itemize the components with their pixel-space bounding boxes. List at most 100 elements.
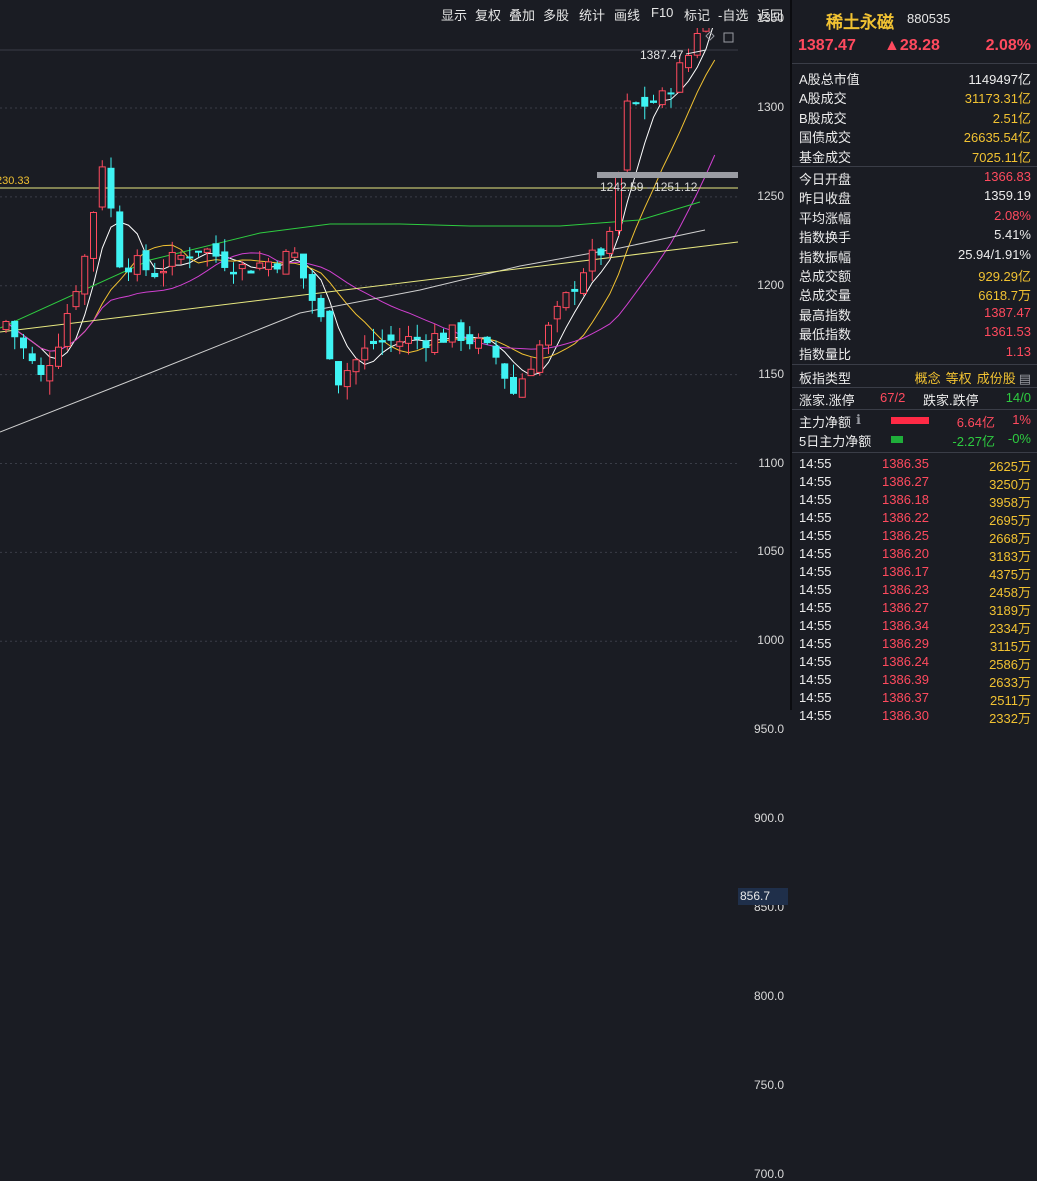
- candle-body: [2, 321, 10, 331]
- tick-time: 14:55: [799, 672, 832, 687]
- stat-label: 指数量比: [799, 346, 852, 362]
- stat-label: 国债成交: [799, 130, 852, 146]
- stat-row: 指数振幅 25.94/1.91%: [792, 246, 1037, 265]
- index-change: ▲28.28: [884, 37, 940, 54]
- fund-flow-bar: [891, 417, 929, 424]
- stat-label: 总成交额: [799, 269, 852, 284]
- toolbar-button[interactable]: 显示: [441, 5, 467, 24]
- chart-toolbar: 显示 复权 叠加 多股 统计 画线 F10 标记 -自选 返回: [0, 0, 790, 28]
- tick-time: 14:55: [799, 456, 832, 471]
- board-tag[interactable]: 成份股: [977, 371, 1016, 386]
- candle-body: [571, 288, 579, 292]
- candle-body: [90, 211, 97, 259]
- stat-row: 总成交额 929.29亿: [792, 265, 1037, 284]
- tick-time: 14:55: [799, 474, 832, 489]
- stat-row: 今日开盘 1366.83: [792, 168, 1037, 187]
- trade-tick-row: 14:55 1386.20 3183万: [792, 545, 1037, 564]
- stat-value: 26635.54亿: [963, 130, 1031, 146]
- candle-body: [72, 291, 80, 308]
- candle-body: [81, 255, 89, 295]
- toolbar-button[interactable]: 标记: [684, 5, 710, 24]
- board-type-tags: 概念 等权 成份股 ▤: [910, 368, 1031, 387]
- stat-label: A股总市值: [799, 72, 860, 87]
- candle-body: [168, 251, 176, 267]
- info-icon[interactable]: ℹ: [856, 412, 861, 428]
- stat-row: 昨日收盘 1359.19: [792, 187, 1037, 206]
- candle-body: [431, 333, 439, 353]
- up-limit-label: 涨家.涨停: [799, 393, 855, 408]
- candle-body: [702, 28, 710, 32]
- fund-flow-value: 6.64亿: [956, 415, 995, 430]
- toolbar-button[interactable]: 多股: [543, 5, 569, 24]
- candle-body: [203, 248, 211, 253]
- fund-flow-value: -2.27亿: [952, 434, 995, 449]
- stat-label: 今日开盘: [799, 172, 852, 187]
- trade-tick-row: 14:55 1386.34 2334万: [792, 617, 1037, 636]
- candle-body: [536, 344, 544, 373]
- tick-price: 1386.17: [882, 564, 929, 579]
- candle-body: [562, 292, 570, 309]
- stat-value: 7025.11亿: [971, 149, 1031, 165]
- tick-time: 14:55: [799, 546, 832, 561]
- tick-time: 14:55: [799, 654, 832, 669]
- axis-tick-label: 900.0: [753, 811, 784, 825]
- axis-tick-label: 700.0: [753, 1166, 784, 1181]
- stat-row: 指数量比 1.13: [792, 343, 1037, 362]
- candle-body: [308, 274, 316, 301]
- tick-time: 14:55: [799, 708, 832, 723]
- candlestick-chart[interactable]: 1242.59 - 1251.12 230.33 1387.47: [0, 28, 738, 710]
- candle-body: [518, 378, 526, 398]
- list-icon: ▤: [1018, 371, 1031, 386]
- tick-price: 1386.18: [882, 492, 929, 507]
- candle-body: [273, 263, 281, 270]
- ma250-line: [0, 229, 706, 433]
- candle-body: [230, 271, 237, 275]
- stat-label: 基金成交: [799, 149, 852, 165]
- candle-body: [553, 305, 561, 320]
- candle-body: [396, 341, 404, 347]
- stat-value: 6618.7万: [978, 288, 1031, 304]
- tick-price: 1386.22: [882, 510, 929, 525]
- candle-body: [623, 100, 631, 171]
- fund-flow-label: 5日主力净额: [799, 434, 872, 449]
- board-tag[interactable]: 概念: [915, 371, 941, 386]
- candle-body: [343, 370, 351, 388]
- stat-value: 1387.47: [984, 304, 1031, 320]
- candle-body: [387, 334, 395, 341]
- trade-tick-row: 14:55 1386.23 2458万: [792, 581, 1037, 600]
- candle-body: [597, 248, 605, 256]
- board-tag[interactable]: 等权: [946, 371, 972, 386]
- candle-body: [247, 270, 255, 274]
- stat-label: 指数振幅: [799, 249, 852, 265]
- toolbar-button[interactable]: 复权: [475, 5, 501, 24]
- stat-row: 国债成交 26635.54亿: [792, 126, 1037, 145]
- toolbar-button[interactable]: -自选: [718, 5, 748, 24]
- candle-body: [212, 243, 220, 257]
- stat-value: 31173.31亿: [964, 91, 1031, 107]
- quote-panel: 稀土永磁 880535 1387.47 ▲28.28 2.08% A股总市值 11…: [792, 0, 1037, 726]
- trade-tick-row: 14:55 1386.25 2668万: [792, 527, 1037, 546]
- fund-flow-row: 主力净额 ℹ 6.64亿 1%: [792, 411, 1037, 430]
- candle-body: [107, 167, 115, 209]
- candle-body: [177, 254, 185, 260]
- toolbar-button[interactable]: 画线: [614, 5, 640, 24]
- stat-label: 总成交量: [799, 288, 852, 304]
- toolbar-button[interactable]: 叠加: [509, 5, 535, 24]
- candle-body: [282, 250, 290, 275]
- stat-row: 平均涨幅 2.08%: [792, 207, 1037, 226]
- stat-row: A股成交 31173.31亿: [792, 87, 1037, 106]
- tick-price: 1386.24: [882, 654, 929, 669]
- candle-body: [632, 102, 640, 105]
- candle-body: [125, 267, 132, 273]
- toolbar-button[interactable]: F10: [651, 5, 673, 20]
- tick-time: 14:55: [799, 618, 832, 633]
- candle-body: [256, 262, 264, 269]
- stat-value: 2.51亿: [992, 110, 1031, 126]
- candle-body: [300, 253, 307, 279]
- stat-value: 1359.19: [984, 188, 1031, 204]
- candle-body: [326, 310, 334, 360]
- toolbar-button[interactable]: 统计: [579, 5, 605, 24]
- trade-tick-row: 14:55 1386.24 2586万: [792, 653, 1037, 672]
- candle-body: [265, 261, 272, 270]
- down-limit-label: 跌家.跌停: [923, 393, 979, 408]
